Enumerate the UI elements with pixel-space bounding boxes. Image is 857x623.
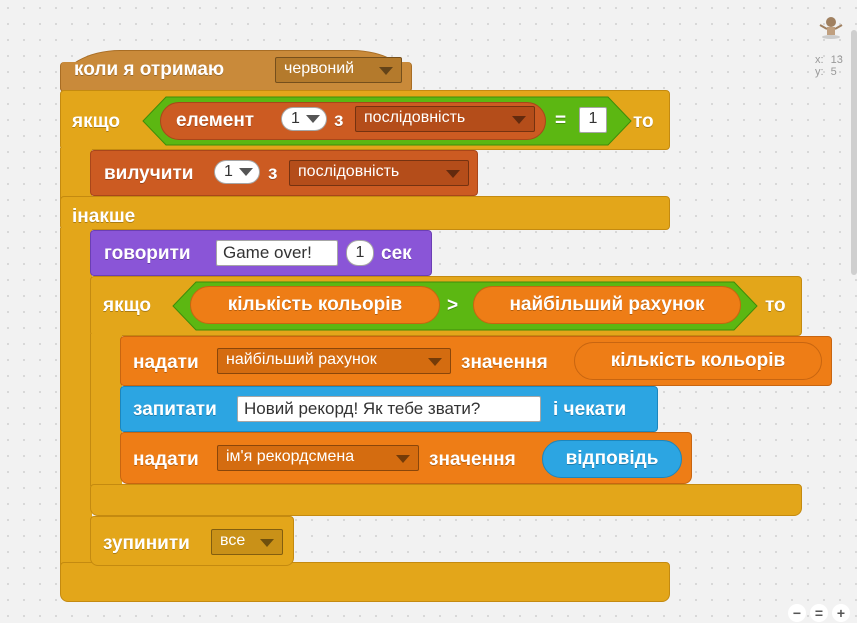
stop-option-dropdown[interactable]: все — [211, 529, 283, 555]
ask-question-input[interactable]: Новий рекорд! Як тебе звати? — [237, 396, 541, 422]
chevron-down-icon — [379, 67, 393, 75]
x-value: 13 — [830, 54, 843, 66]
set-variable-dropdown-2[interactable]: ім'я рекордсмена — [217, 445, 419, 471]
equals-sign: = — [555, 110, 567, 131]
y-label: y: — [815, 66, 824, 78]
compare-value: 1 — [588, 110, 598, 127]
say-text-value: Game over! — [223, 243, 312, 262]
color-count-variable[interactable]: кількість кольорів — [190, 286, 440, 324]
greater-than-sign: > — [447, 295, 459, 316]
delete-list-dropdown[interactable]: послідовність — [289, 160, 469, 186]
chevron-down-icon — [512, 116, 526, 124]
inner-then-label: то — [765, 295, 786, 316]
ask-label: запитати — [133, 399, 217, 420]
list-value: послідовність — [364, 109, 466, 126]
inner-if-label: якщо — [103, 295, 151, 316]
ask-question-value: Новий рекорд! Як тебе звати? — [244, 399, 481, 418]
sprite-x: x: 13 — [815, 55, 843, 66]
vertical-scrollbar[interactable] — [851, 30, 857, 275]
say-secs-input[interactable]: 1 — [346, 240, 374, 266]
chevron-down-icon — [306, 115, 320, 123]
chevron-down-icon — [428, 358, 442, 366]
set-label-2: надати — [133, 449, 199, 470]
when-receive-label: коли я отримаю — [74, 59, 225, 80]
set-label: надати — [133, 352, 199, 373]
answer-value: відповідь — [565, 448, 659, 469]
delete-label: вилучити — [104, 163, 194, 184]
zoom-controls: − = + — [785, 603, 857, 623]
set-to-label-2: значення — [429, 449, 516, 470]
zoom-reset-icon[interactable]: = — [810, 604, 828, 622]
if-else-bottom — [60, 562, 670, 602]
list-dropdown[interactable]: послідовність — [355, 106, 535, 132]
if-label: якщо — [72, 111, 120, 132]
chevron-down-icon — [260, 539, 274, 547]
compare-value-input[interactable]: 1 — [579, 107, 607, 133]
inner-if-bottom — [90, 484, 802, 516]
else-section — [60, 196, 670, 230]
set-variable-value: найбільший рахунок — [226, 351, 377, 368]
set-variable-dropdown[interactable]: найбільший рахунок — [217, 348, 451, 374]
set-variable-value-2: ім'я рекордсмена — [226, 448, 355, 465]
right-operand: найбільший рахунок — [509, 294, 705, 315]
x-label: x: — [815, 54, 824, 66]
zoom-in-icon[interactable]: + — [832, 604, 850, 622]
delete-index-value: 1 — [224, 163, 233, 180]
else-label: інакше — [72, 206, 136, 227]
delete-index-input[interactable]: 1 — [214, 160, 260, 184]
stop-label: зупинити — [103, 533, 190, 554]
delete-of-label: з — [268, 163, 278, 184]
left-operand: кількість кольорів — [227, 294, 403, 315]
set-value-reporter[interactable]: кількість кольорів — [574, 342, 822, 380]
and-wait-label: і чекати — [553, 399, 627, 420]
answer-reporter[interactable]: відповідь — [542, 440, 682, 478]
y-value: 5 — [830, 66, 837, 78]
item-index-value: 1 — [291, 110, 300, 127]
stop-option-value: все — [220, 532, 246, 549]
chevron-down-icon — [239, 168, 253, 176]
say-text-input[interactable]: Game over! — [216, 240, 338, 266]
say-secs-value: 1 — [355, 244, 365, 261]
set-to-label: значення — [461, 352, 548, 373]
then-label: то — [633, 111, 654, 132]
say-label: говорити — [104, 243, 191, 264]
chevron-down-icon — [446, 170, 460, 178]
message-dropdown[interactable]: червоний — [275, 57, 402, 83]
of-label: з — [334, 110, 344, 131]
secs-label: сек — [381, 243, 412, 264]
chevron-down-icon — [396, 455, 410, 463]
sprite-thumbnail-icon — [818, 14, 844, 40]
delete-list-value: послідовність — [298, 163, 400, 180]
sprite-y: y: 5 — [815, 67, 837, 78]
item-index-input[interactable]: 1 — [281, 107, 327, 131]
zoom-out-icon[interactable]: − — [788, 604, 806, 622]
set-value: кількість кольорів — [610, 350, 786, 371]
high-score-variable[interactable]: найбільший рахунок — [473, 286, 741, 324]
message-value: червоний — [284, 60, 355, 77]
item-label: елемент — [176, 110, 255, 131]
